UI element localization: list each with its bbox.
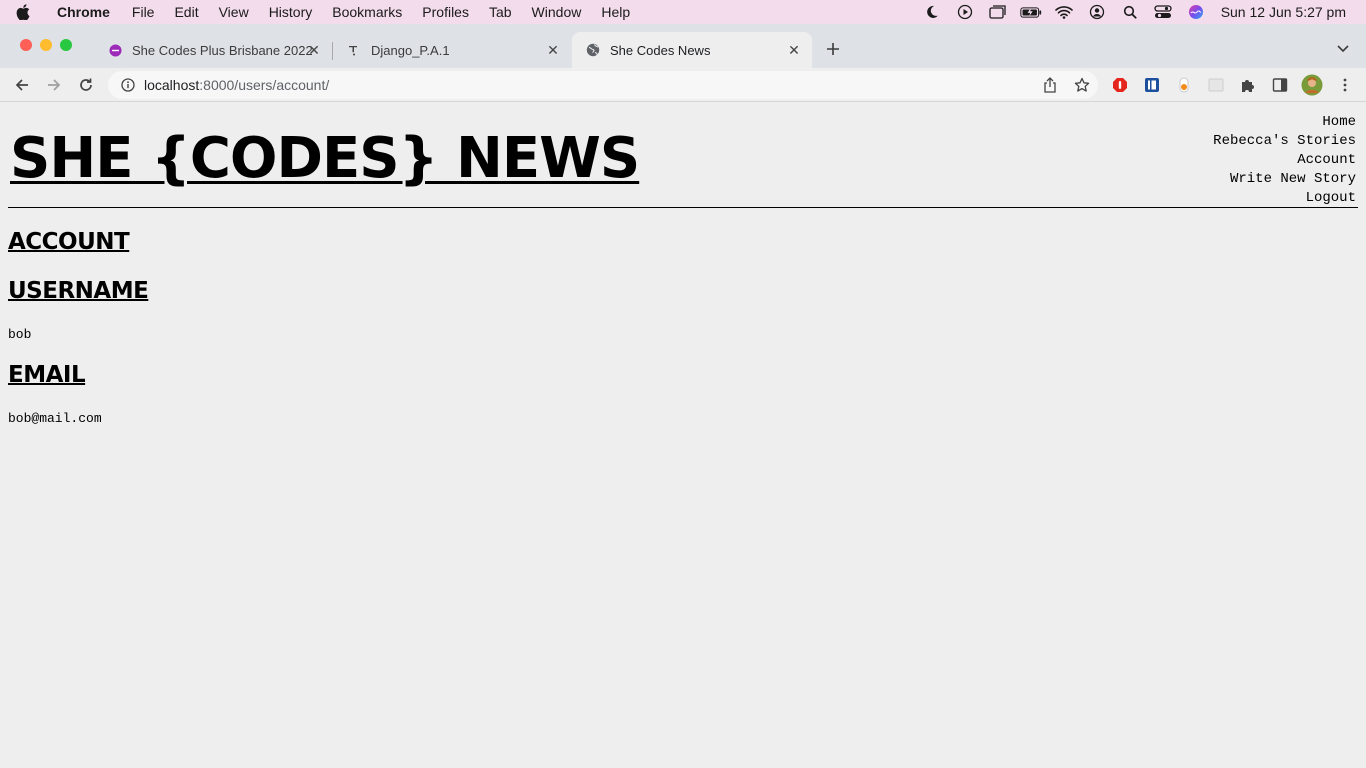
browser-toolbar: localhost:8000/users/account/ [0,68,1366,102]
side-panel-icon[interactable] [1271,76,1289,94]
tab-strip: She Codes Plus Brisbane 2022 ✕ Django_P.… [0,24,1366,68]
menu-history[interactable]: History [269,4,313,20]
macos-menu-bar: Chrome File Edit View History Bookmarks … [0,0,1366,24]
tab-she-codes-news[interactable]: She Codes News ✕ [572,32,812,68]
window-minimize-button[interactable] [40,39,52,51]
nav-my-stories-link[interactable]: Rebecca's Stories [1213,132,1356,151]
account-heading: ACCOUNT [8,229,130,255]
battery-icon[interactable] [1020,0,1042,24]
wifi-icon[interactable] [1053,0,1075,24]
menu-tab[interactable]: Tab [489,4,512,20]
notion-favicon [347,43,361,57]
menu-edit[interactable]: Edit [174,4,198,20]
menu-view[interactable]: View [219,4,249,20]
tab-search-chevron-icon[interactable] [1336,41,1352,55]
share-icon[interactable] [1042,77,1058,93]
site-info-icon[interactable] [120,77,136,93]
back-arrow-icon[interactable] [12,75,32,95]
nav-write-story-link[interactable]: Write New Story [1213,170,1356,189]
header-divider [8,207,1358,208]
placeholder-extension-icon[interactable] [1207,76,1225,94]
tab-close-icon[interactable]: ✕ [306,42,322,58]
user-switch-icon[interactable] [1086,0,1108,24]
siri-icon[interactable] [1185,0,1207,24]
adblock-extension-icon[interactable] [1111,76,1129,94]
menu-help[interactable]: Help [601,4,630,20]
nav-account-link[interactable]: Account [1213,151,1356,170]
reader-extension-icon[interactable] [1143,76,1161,94]
menu-app-name[interactable]: Chrome [57,4,110,20]
reload-icon[interactable] [76,75,96,95]
profile-avatar[interactable] [1301,74,1323,96]
email-value: bob@mail.com [8,411,102,426]
tab-close-icon[interactable]: ✕ [786,42,802,58]
address-bar[interactable]: localhost:8000/users/account/ [108,71,1098,99]
honey-extension-icon[interactable] [1175,76,1193,94]
tab-title: Django_P.A.1 [371,42,450,58]
globe-favicon [586,43,600,57]
url-host: localhost [144,77,200,93]
screens-icon[interactable] [987,0,1009,24]
forward-arrow-icon[interactable] [44,75,64,95]
window-close-button[interactable] [20,39,32,51]
new-tab-button[interactable] [822,38,844,60]
window-controls [20,39,80,51]
tab-title: She Codes News [610,42,711,58]
spotlight-search-icon[interactable] [1119,0,1141,24]
menu-clock[interactable]: Sun 12 Jun 5:27 pm [1221,4,1346,20]
extensions-puzzle-icon[interactable] [1239,76,1257,94]
window-maximize-button[interactable] [60,39,72,51]
nav-home-link[interactable]: Home [1213,113,1356,132]
tab-she-codes-plus[interactable]: She Codes Plus Brisbane 2022 ✕ [94,32,332,68]
moon-icon[interactable] [921,0,943,24]
username-heading: USERNAME [8,278,149,304]
site-nav: Home Rebecca's Stories Account Write New… [1213,113,1356,208]
email-heading: EMAIL [8,362,86,388]
tab-close-icon[interactable]: ✕ [545,42,561,58]
site-title-link[interactable]: SHE {CODES} NEWS [10,129,640,189]
menu-file[interactable]: File [132,4,155,20]
control-center-icon[interactable] [1152,0,1174,24]
kebab-menu-icon[interactable] [1336,76,1354,94]
username-value: bob [8,327,32,342]
menu-bookmarks[interactable]: Bookmarks [332,4,402,20]
bookmark-star-icon[interactable] [1074,77,1090,93]
tab-django[interactable]: Django_P.A.1 ✕ [333,32,571,68]
url-path: :8000/users/account/ [199,77,330,93]
play-circle-icon[interactable] [954,0,976,24]
menu-profiles[interactable]: Profiles [422,4,469,20]
url-text[interactable]: localhost:8000/users/account/ [144,77,329,93]
apple-menu-icon[interactable] [0,4,46,20]
web-page: SHE {CODES} NEWS Home Rebecca's Stories … [0,103,1366,768]
shecodes-favicon [108,43,122,57]
tab-title: She Codes Plus Brisbane 2022 [132,42,312,58]
menu-window[interactable]: Window [532,4,582,20]
nav-logout-link[interactable]: Logout [1213,189,1356,208]
